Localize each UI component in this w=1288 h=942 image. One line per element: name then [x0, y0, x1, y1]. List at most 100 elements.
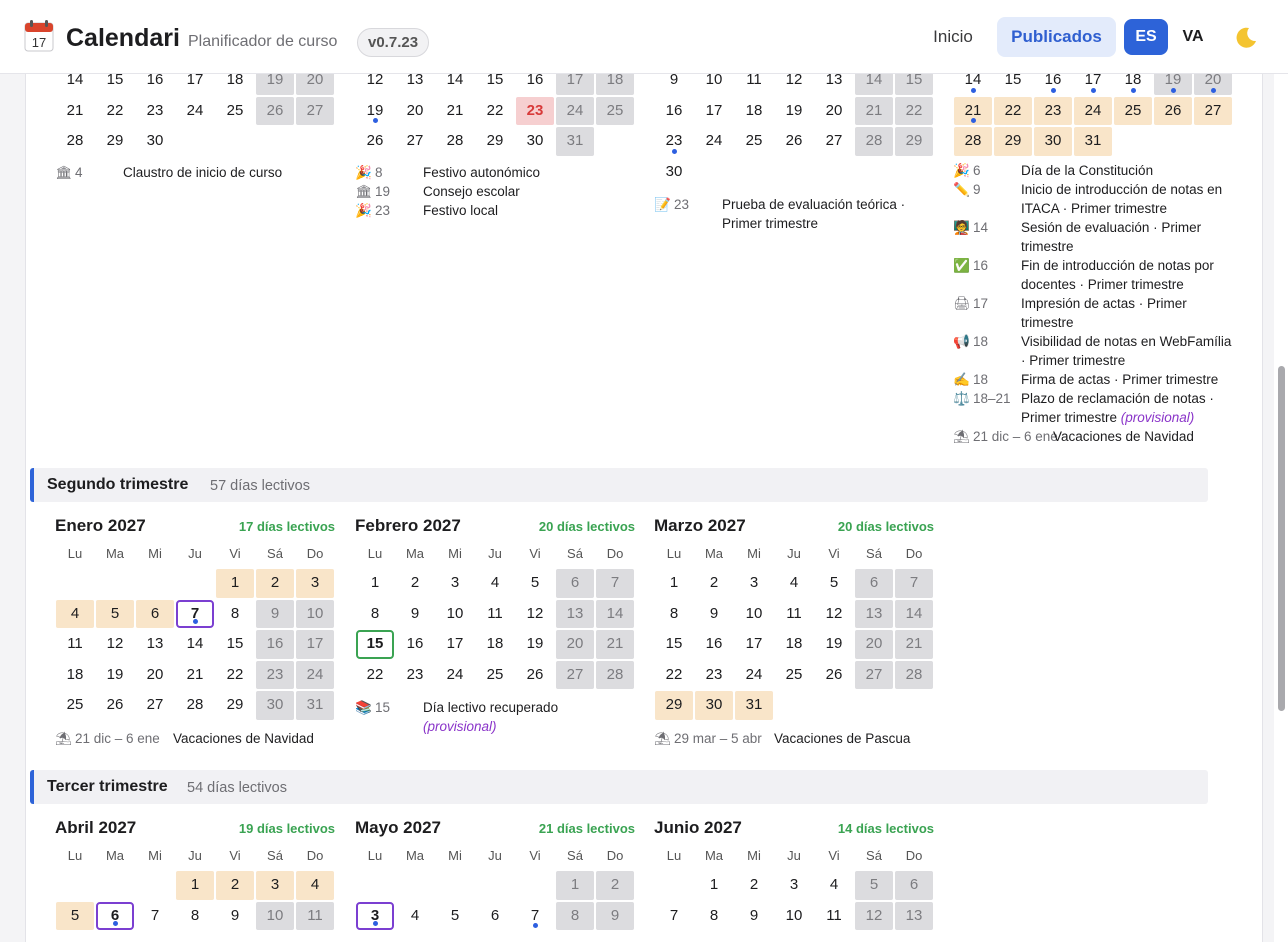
day-cell[interactable]: 28	[855, 127, 893, 156]
day-cell[interactable]: 11	[296, 901, 334, 930]
day-cell[interactable]: 29	[895, 127, 933, 156]
day-cell[interactable]: 5	[436, 902, 474, 931]
day-cell[interactable]: 13	[855, 599, 893, 628]
day-cell[interactable]: 3	[775, 871, 813, 900]
day-cell[interactable]: 4	[56, 599, 94, 628]
day-cell[interactable]: 23	[1034, 96, 1072, 125]
day-cell[interactable]: 27	[855, 660, 893, 689]
day-cell[interactable]: 23	[655, 127, 693, 156]
day-cell[interactable]: 15	[655, 630, 693, 659]
day-cell[interactable]: 20	[815, 97, 853, 126]
day-cell[interactable]: 27	[815, 127, 853, 156]
day-cell[interactable]: 19	[96, 661, 134, 690]
day-cell[interactable]: 7	[176, 599, 214, 628]
day-cell[interactable]: 15	[356, 630, 394, 659]
day-cell[interactable]: 21	[895, 630, 933, 659]
day-cell[interactable]: 28	[895, 660, 933, 689]
day-cell[interactable]: 19	[815, 630, 853, 659]
day-cell[interactable]: 27	[1194, 96, 1232, 125]
day-cell[interactable]: 22	[476, 97, 514, 126]
day-cell[interactable]: 13	[556, 599, 594, 628]
day-cell[interactable]: 16	[256, 630, 294, 659]
day-cell[interactable]: 28	[596, 660, 634, 689]
day-cell[interactable]: 3	[436, 569, 474, 598]
day-cell[interactable]: 10	[735, 600, 773, 629]
day-cell[interactable]: 2	[216, 871, 254, 900]
day-cell[interactable]: 28	[954, 127, 992, 156]
day-cell[interactable]: 21	[596, 630, 634, 659]
day-cell[interactable]: 23	[516, 96, 554, 125]
day-cell[interactable]: 22	[96, 97, 134, 126]
day-cell[interactable]: 21	[855, 96, 893, 125]
day-cell[interactable]: 26	[1154, 96, 1192, 125]
day-cell[interactable]: 22	[216, 661, 254, 690]
day-cell[interactable]: 26	[775, 127, 813, 156]
day-cell[interactable]: 23	[256, 660, 294, 689]
day-cell[interactable]: 12	[516, 600, 554, 629]
day-cell[interactable]: 30	[1034, 127, 1072, 156]
day-cell[interactable]: 25	[596, 96, 634, 125]
day-cell[interactable]: 29	[216, 691, 254, 720]
day-cell[interactable]: 24	[1074, 96, 1112, 125]
day-cell[interactable]: 8	[655, 600, 693, 629]
day-cell[interactable]: 20	[396, 97, 434, 126]
day-cell[interactable]: 1	[655, 569, 693, 598]
day-cell[interactable]: 13	[895, 901, 933, 930]
day-cell[interactable]: 11	[815, 902, 853, 931]
day-cell[interactable]: 6	[556, 569, 594, 598]
day-cell[interactable]: 17	[296, 630, 334, 659]
day-cell[interactable]: 4	[296, 871, 334, 900]
day-cell[interactable]: 5	[815, 569, 853, 598]
day-cell[interactable]: 29	[655, 691, 693, 720]
day-cell[interactable]: 9	[695, 600, 733, 629]
day-cell[interactable]: 12	[855, 901, 893, 930]
nav-published-link[interactable]: Publicados	[997, 17, 1116, 57]
day-cell[interactable]: 1	[356, 569, 394, 598]
day-cell[interactable]: 24	[695, 127, 733, 156]
day-cell[interactable]: 6	[136, 599, 174, 628]
day-cell[interactable]: 22	[655, 661, 693, 690]
day-cell[interactable]: 19	[356, 97, 394, 126]
day-cell[interactable]: 14	[895, 599, 933, 628]
day-cell[interactable]: 2	[695, 569, 733, 598]
day-cell[interactable]: 8	[356, 600, 394, 629]
day-cell[interactable]: 14	[596, 599, 634, 628]
day-cell[interactable]: 4	[775, 569, 813, 598]
day-cell[interactable]: 18	[476, 630, 514, 659]
day-cell[interactable]: 7	[655, 902, 693, 931]
day-cell[interactable]: 5	[96, 599, 134, 628]
day-cell[interactable]: 26	[356, 127, 394, 156]
day-cell[interactable]: 30	[516, 127, 554, 156]
day-cell[interactable]: 1	[176, 871, 214, 900]
day-cell[interactable]: 11	[775, 600, 813, 629]
day-cell[interactable]: 8	[556, 901, 594, 930]
day-cell[interactable]: 22	[994, 96, 1032, 125]
day-cell[interactable]: 27	[396, 127, 434, 156]
day-cell[interactable]: 29	[96, 127, 134, 156]
day-cell[interactable]: 3	[296, 569, 334, 598]
day-cell[interactable]: 25	[1114, 96, 1152, 125]
day-cell[interactable]: 29	[476, 127, 514, 156]
day-cell[interactable]: 19	[516, 630, 554, 659]
day-cell[interactable]: 27	[136, 691, 174, 720]
language-es-button[interactable]: ES	[1124, 19, 1168, 55]
day-cell[interactable]: 31	[556, 127, 594, 156]
day-cell[interactable]: 26	[96, 691, 134, 720]
day-cell[interactable]: 7	[596, 569, 634, 598]
day-cell[interactable]: 11	[56, 630, 94, 659]
day-cell[interactable]: 30	[256, 691, 294, 720]
day-cell[interactable]: 2	[735, 871, 773, 900]
day-cell[interactable]: 6	[96, 901, 134, 930]
day-cell[interactable]: 16	[396, 630, 434, 659]
day-cell[interactable]: 21	[176, 661, 214, 690]
day-cell[interactable]: 20	[136, 661, 174, 690]
day-cell[interactable]: 25	[775, 661, 813, 690]
day-cell[interactable]: 23	[695, 661, 733, 690]
day-cell[interactable]: 16	[655, 97, 693, 126]
day-cell[interactable]: 16	[695, 630, 733, 659]
day-cell[interactable]: 28	[436, 127, 474, 156]
day-cell[interactable]: 14	[176, 630, 214, 659]
day-cell[interactable]: 2	[256, 569, 294, 598]
day-cell[interactable]: 15	[216, 630, 254, 659]
day-cell[interactable]: 30	[695, 691, 733, 720]
